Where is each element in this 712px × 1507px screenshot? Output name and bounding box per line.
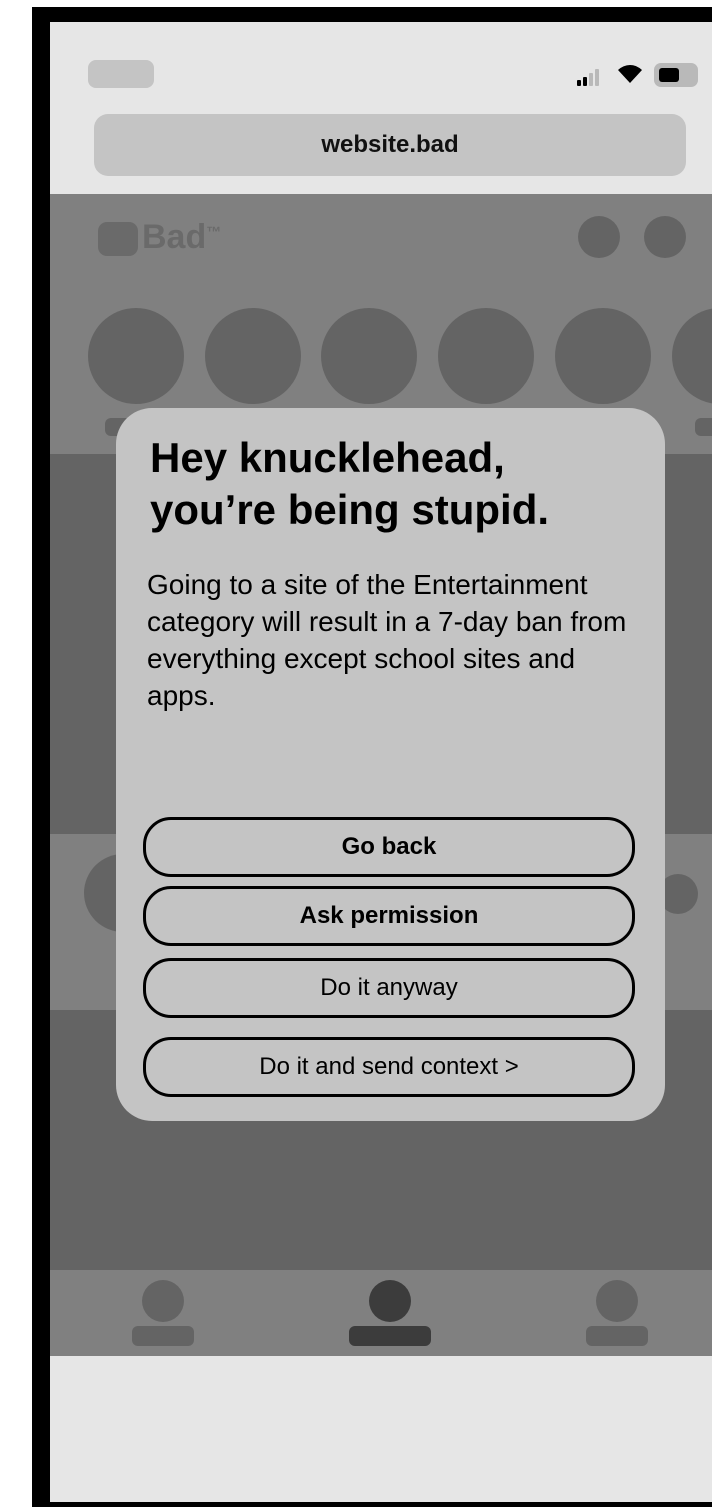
story-label-placeholder bbox=[695, 418, 712, 436]
dialog-title: Hey knucklehead, you’re being stupid. bbox=[150, 434, 550, 533]
status-bar-time-placeholder bbox=[88, 60, 154, 88]
site-logo-text[interactable]: Bad™ bbox=[142, 218, 221, 257]
cellular-signal-icon bbox=[577, 68, 603, 86]
phone-screen: website.bad Bad™ Hey knucklehead, you’re… bbox=[50, 22, 712, 1502]
tab-label-placeholder[interactable] bbox=[132, 1326, 194, 1346]
site-logo-icon[interactable] bbox=[98, 222, 138, 256]
do-it-anyway-button[interactable]: Do it anyway bbox=[143, 958, 635, 1018]
url-text: website.bad bbox=[321, 131, 459, 158]
story-avatar[interactable] bbox=[88, 308, 184, 404]
battery-icon bbox=[654, 63, 698, 87]
header-action-icon[interactable] bbox=[578, 216, 620, 258]
tab-label-placeholder-active[interactable] bbox=[349, 1326, 431, 1346]
story-avatar[interactable] bbox=[205, 308, 301, 404]
wifi-icon bbox=[617, 64, 643, 84]
story-avatar[interactable] bbox=[321, 308, 417, 404]
story-avatar[interactable] bbox=[438, 308, 534, 404]
block-warning-dialog: Hey knucklehead, you’re being stupid. Go… bbox=[116, 408, 665, 1121]
dialog-message: Going to a site of the Entertainment cat… bbox=[147, 569, 627, 711]
ask-permission-button[interactable]: Ask permission bbox=[143, 886, 635, 946]
tab-label-placeholder[interactable] bbox=[586, 1326, 648, 1346]
tab-icon[interactable] bbox=[596, 1280, 638, 1322]
tab-icon-active[interactable] bbox=[369, 1280, 411, 1322]
address-bar[interactable]: website.bad bbox=[94, 114, 686, 176]
tab-icon[interactable] bbox=[142, 1280, 184, 1322]
go-back-button[interactable]: Go back bbox=[143, 817, 635, 877]
do-it-send-context-button[interactable]: Do it and send context > bbox=[143, 1037, 635, 1097]
header-action-icon[interactable] bbox=[644, 216, 686, 258]
story-avatar[interactable] bbox=[555, 308, 651, 404]
